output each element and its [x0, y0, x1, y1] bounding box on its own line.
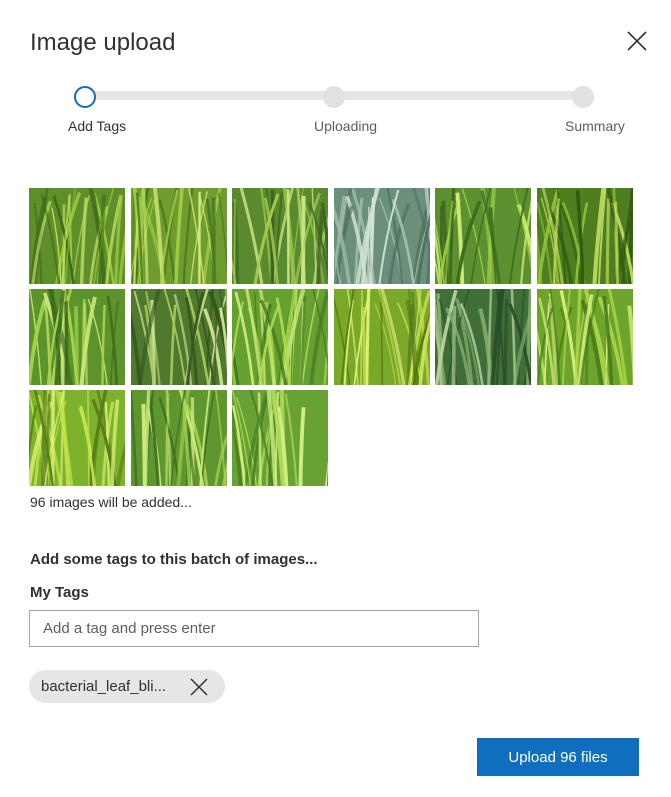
progress-stepper: Add Tags Uploading Summary	[0, 84, 671, 144]
step-dot-add-tags	[74, 86, 96, 108]
grass-photo-icon	[29, 289, 125, 385]
grass-photo-icon	[536, 289, 633, 385]
close-icon	[190, 678, 208, 696]
close-icon	[627, 31, 647, 51]
grass-photo-icon	[130, 289, 227, 385]
image-thumbnail	[130, 390, 227, 486]
image-thumbnail	[29, 289, 125, 385]
grass-photo-icon	[130, 390, 227, 486]
batch-tags-heading: Add some tags to this batch of images...	[30, 551, 318, 568]
step-dot-summary	[572, 86, 594, 108]
image-thumbnail	[536, 289, 633, 385]
tag-input[interactable]	[29, 610, 479, 647]
image-thumbnail	[536, 188, 633, 284]
images-count-text: 96 images will be added...	[30, 494, 192, 510]
image-thumbnail	[435, 289, 531, 385]
remove-tag-button[interactable]	[188, 676, 210, 698]
tag-chip-label: bacterial_leaf_bli...	[41, 678, 167, 695]
dialog-title: Image upload	[30, 29, 176, 56]
image-thumbnail	[29, 390, 125, 486]
grass-photo-icon	[435, 188, 531, 284]
image-thumbnail	[333, 289, 430, 385]
grass-photo-icon	[232, 188, 328, 284]
close-button[interactable]	[624, 28, 650, 54]
image-thumbnail	[232, 188, 328, 284]
grass-photo-icon	[536, 188, 633, 284]
grass-photo-icon	[130, 188, 227, 284]
grass-photo-icon	[333, 289, 430, 385]
grass-photo-icon	[232, 289, 328, 385]
my-tags-label: My Tags	[30, 584, 89, 601]
grass-photo-icon	[333, 188, 430, 284]
step-label-summary: Summary	[565, 118, 625, 134]
grass-photo-icon	[435, 289, 531, 385]
image-thumbnail	[29, 188, 125, 284]
step-dot-uploading	[323, 86, 345, 108]
grass-photo-icon	[29, 390, 125, 486]
image-thumbnail	[333, 188, 430, 284]
image-thumbnail	[130, 188, 227, 284]
upload-files-button[interactable]: Upload 96 files	[477, 738, 639, 776]
image-thumbnail	[130, 289, 227, 385]
grass-photo-icon	[29, 188, 125, 284]
grass-photo-icon	[232, 390, 328, 486]
image-thumbnail	[232, 289, 328, 385]
step-label-uploading: Uploading	[314, 118, 378, 134]
image-thumbnail	[232, 390, 328, 486]
step-label-add-tags: Add Tags	[68, 118, 127, 134]
image-thumbnail	[435, 188, 531, 284]
